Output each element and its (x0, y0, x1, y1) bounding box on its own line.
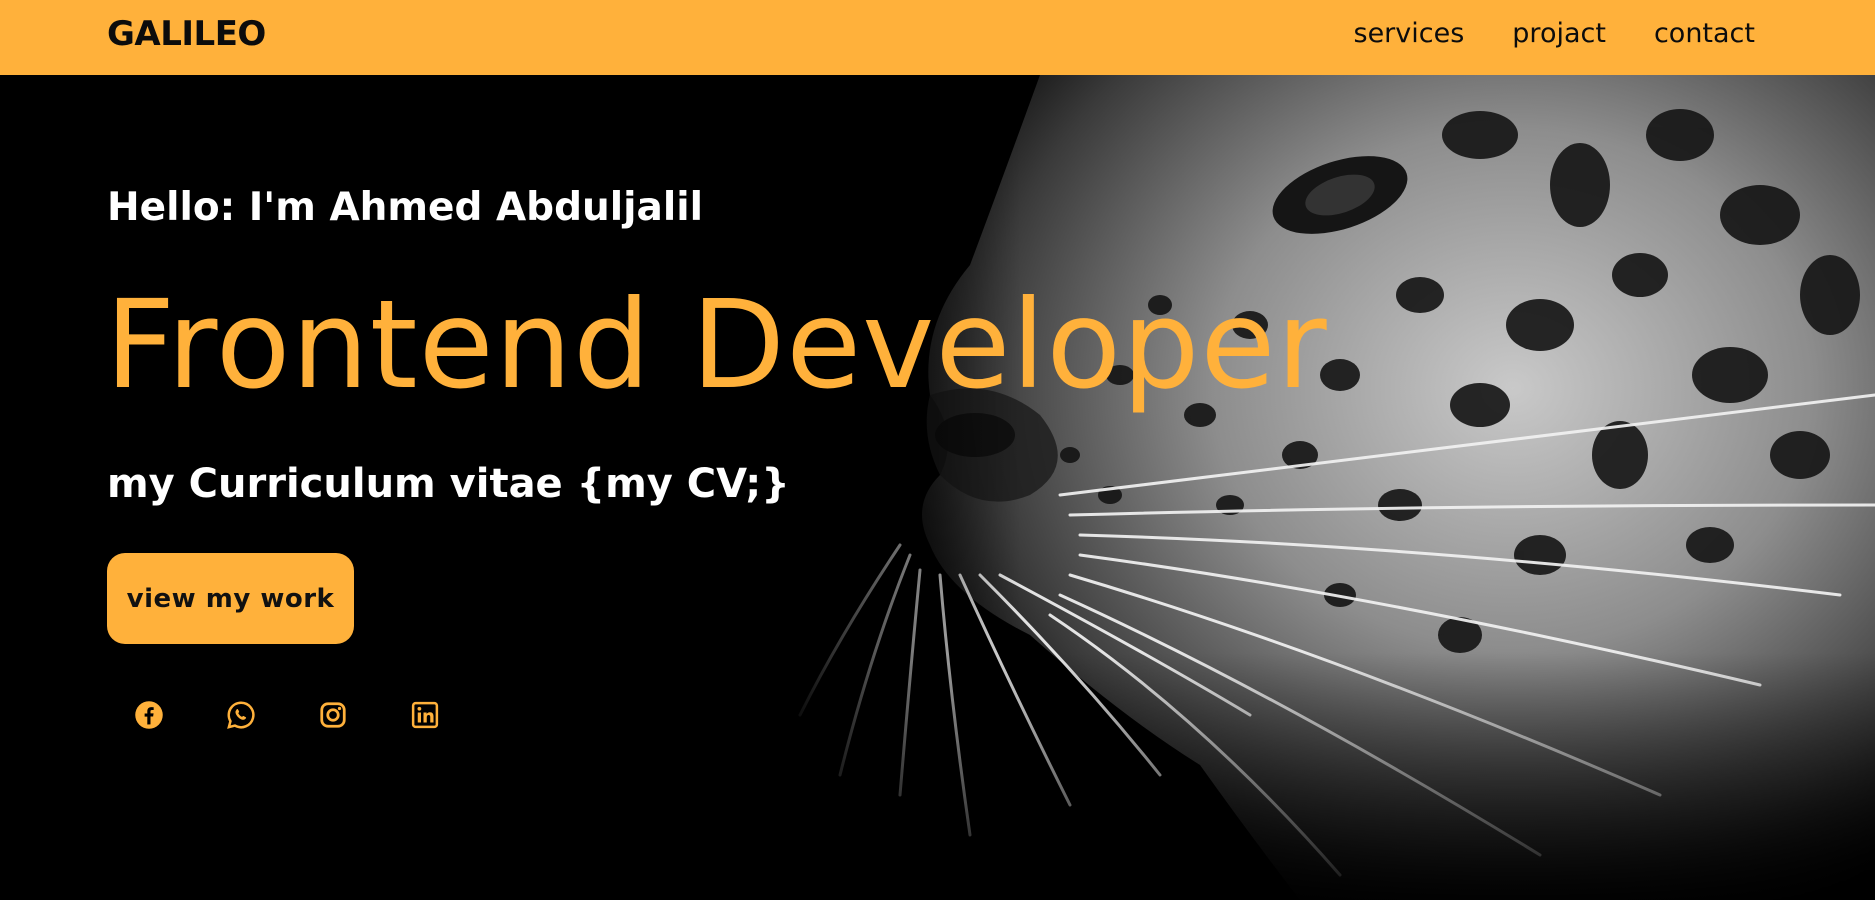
view-my-work-button[interactable]: view my work (107, 553, 354, 644)
role-title: Frontend Developer (105, 274, 1328, 416)
nav-link-services[interactable]: services (1354, 16, 1465, 52)
logo[interactable]: GALILEO (107, 14, 266, 54)
page: GALILEO services projact contact Hello: … (0, 0, 1875, 900)
nav-link-contact[interactable]: contact (1654, 16, 1755, 52)
greeting-text: Hello: I'm Ahmed Abduljalil (107, 185, 703, 230)
whatsapp-icon[interactable] (226, 700, 256, 730)
leopard-image (780, 75, 1875, 900)
main-nav: services projact contact (1354, 16, 1756, 52)
linkedin-icon[interactable] (410, 700, 440, 730)
instagram-icon[interactable] (318, 700, 348, 730)
cv-subtitle: my Curriculum vitae {my CV;} (107, 461, 790, 507)
social-links (134, 700, 440, 730)
site-header: GALILEO services projact contact (0, 0, 1875, 75)
nav-link-projact[interactable]: projact (1512, 16, 1606, 52)
facebook-icon[interactable] (134, 700, 164, 730)
